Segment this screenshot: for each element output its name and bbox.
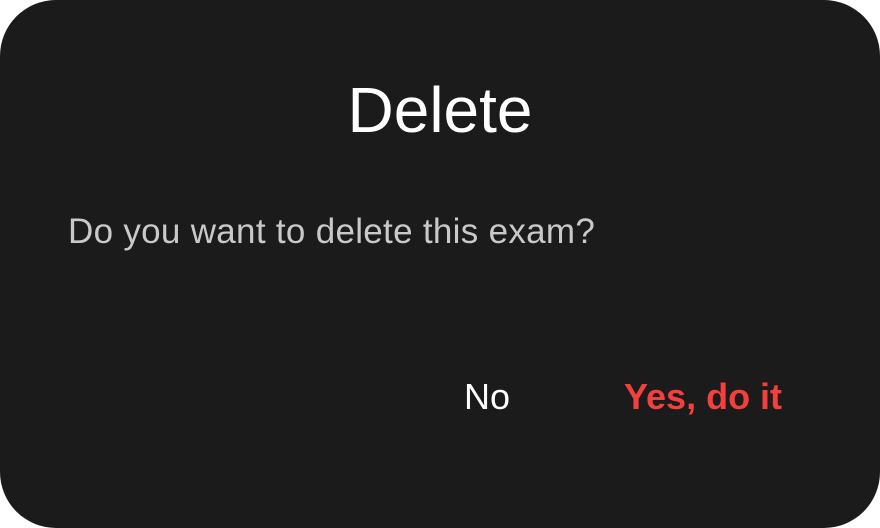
cancel-button[interactable]: No xyxy=(464,372,510,422)
delete-dialog: Delete Do you want to delete this exam? … xyxy=(0,0,880,528)
confirm-delete-button[interactable]: Yes, do it xyxy=(624,372,782,422)
dialog-message: Do you want to delete this exam? xyxy=(68,212,596,251)
dialog-title: Delete xyxy=(347,74,533,146)
dialog-actions: No Yes, do it xyxy=(0,372,880,422)
